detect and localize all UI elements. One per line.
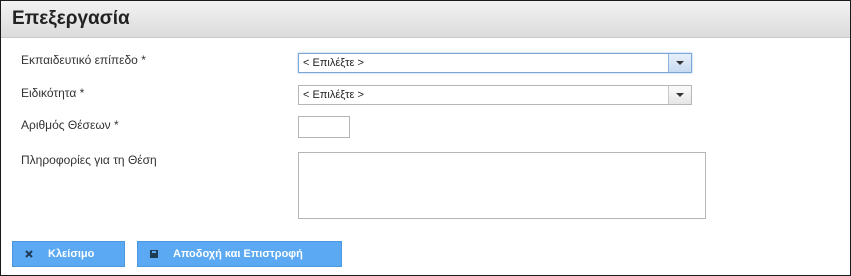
chevron-down-icon[interactable] xyxy=(668,86,691,104)
position-info-textarea[interactable] xyxy=(298,152,706,219)
education-level-value: < Επιλέξτε > xyxy=(303,57,364,69)
positions-label: Αριθμός Θέσεων * xyxy=(21,118,119,132)
accept-and-return-button[interactable]: Αποδοχή και Επιστροφή xyxy=(137,241,342,267)
specialty-value: < Επιλέξτε > xyxy=(303,89,364,101)
close-button[interactable]: Κλείσιμο xyxy=(12,241,125,267)
position-info-label: Πληροφορίες για τη Θέση xyxy=(21,153,157,167)
specialty-label: Ειδικότητα * xyxy=(21,86,85,100)
specialty-select[interactable]: < Επιλέξτε > xyxy=(298,85,692,105)
close-icon xyxy=(25,250,33,258)
dialog-title: Επεξεργασία xyxy=(12,8,130,29)
positions-input[interactable] xyxy=(298,116,350,138)
dialog-titlebar: Επεξεργασία xyxy=(1,1,850,38)
edit-dialog: Επεξεργασία Εκπαιδευτικό επίπεδο * < Επι… xyxy=(0,0,851,276)
save-icon xyxy=(150,250,158,258)
close-button-label: Κλείσιμο xyxy=(48,248,95,260)
accept-and-return-label: Αποδοχή και Επιστροφή xyxy=(173,248,303,260)
education-level-label: Εκπαιδευτικό επίπεδο * xyxy=(21,53,146,67)
chevron-down-icon[interactable] xyxy=(668,54,691,72)
education-level-select[interactable]: < Επιλέξτε > xyxy=(298,53,692,73)
